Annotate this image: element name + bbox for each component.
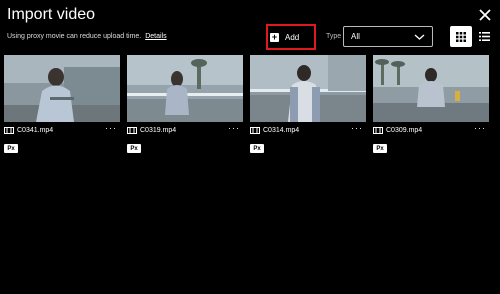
list-view-button[interactable]: [473, 26, 495, 47]
proxy-badge: Px: [373, 144, 387, 153]
video-thumbnail[interactable]: [250, 55, 366, 122]
proxy-hint: Using proxy movie can reduce upload time…: [7, 33, 167, 40]
video-card[interactable]: C0341.mp4 ··· Px: [4, 55, 120, 153]
film-icon: [373, 126, 383, 134]
video-thumbnail[interactable]: [4, 55, 120, 122]
video-filename: C0319.mp4: [140, 126, 177, 134]
more-options-icon[interactable]: ···: [474, 123, 486, 133]
list-icon: [478, 32, 490, 41]
video-card[interactable]: C0319.mp4 ··· Px: [127, 55, 243, 153]
video-filename: C0341.mp4: [17, 126, 54, 134]
video-thumbnail[interactable]: [373, 55, 489, 122]
more-options-icon[interactable]: ···: [105, 123, 117, 133]
type-dropdown-value: All: [351, 32, 360, 41]
video-card[interactable]: C0309.mp4 ··· Px: [373, 55, 489, 153]
video-filename: C0314.mp4: [263, 126, 300, 134]
proxy-hint-text: Using proxy movie can reduce upload time…: [7, 33, 142, 40]
more-options-icon[interactable]: ···: [351, 123, 363, 133]
type-label: Type: [326, 33, 342, 40]
video-filename: C0309.mp4: [386, 126, 423, 134]
chevron-down-icon: [414, 34, 425, 40]
proxy-badge: Px: [127, 144, 141, 153]
grid-icon: [456, 31, 466, 42]
proxy-badge: Px: [250, 144, 264, 153]
film-icon: [127, 126, 137, 134]
film-icon: [4, 126, 14, 134]
type-dropdown[interactable]: All: [343, 26, 433, 47]
more-options-icon[interactable]: ···: [228, 123, 240, 133]
add-button[interactable]: + Add: [270, 28, 312, 46]
grid-view-button[interactable]: [450, 26, 472, 47]
proxy-badge: Px: [4, 144, 18, 153]
close-icon[interactable]: [478, 8, 492, 22]
video-thumbnail[interactable]: [127, 55, 243, 122]
add-button-label: Add: [285, 32, 300, 42]
details-link[interactable]: Details: [145, 33, 166, 40]
dialog-title: Import video: [7, 6, 96, 23]
video-card[interactable]: C0314.mp4 ··· Px: [250, 55, 366, 153]
film-icon: [250, 126, 260, 134]
plus-icon: +: [270, 31, 279, 42]
